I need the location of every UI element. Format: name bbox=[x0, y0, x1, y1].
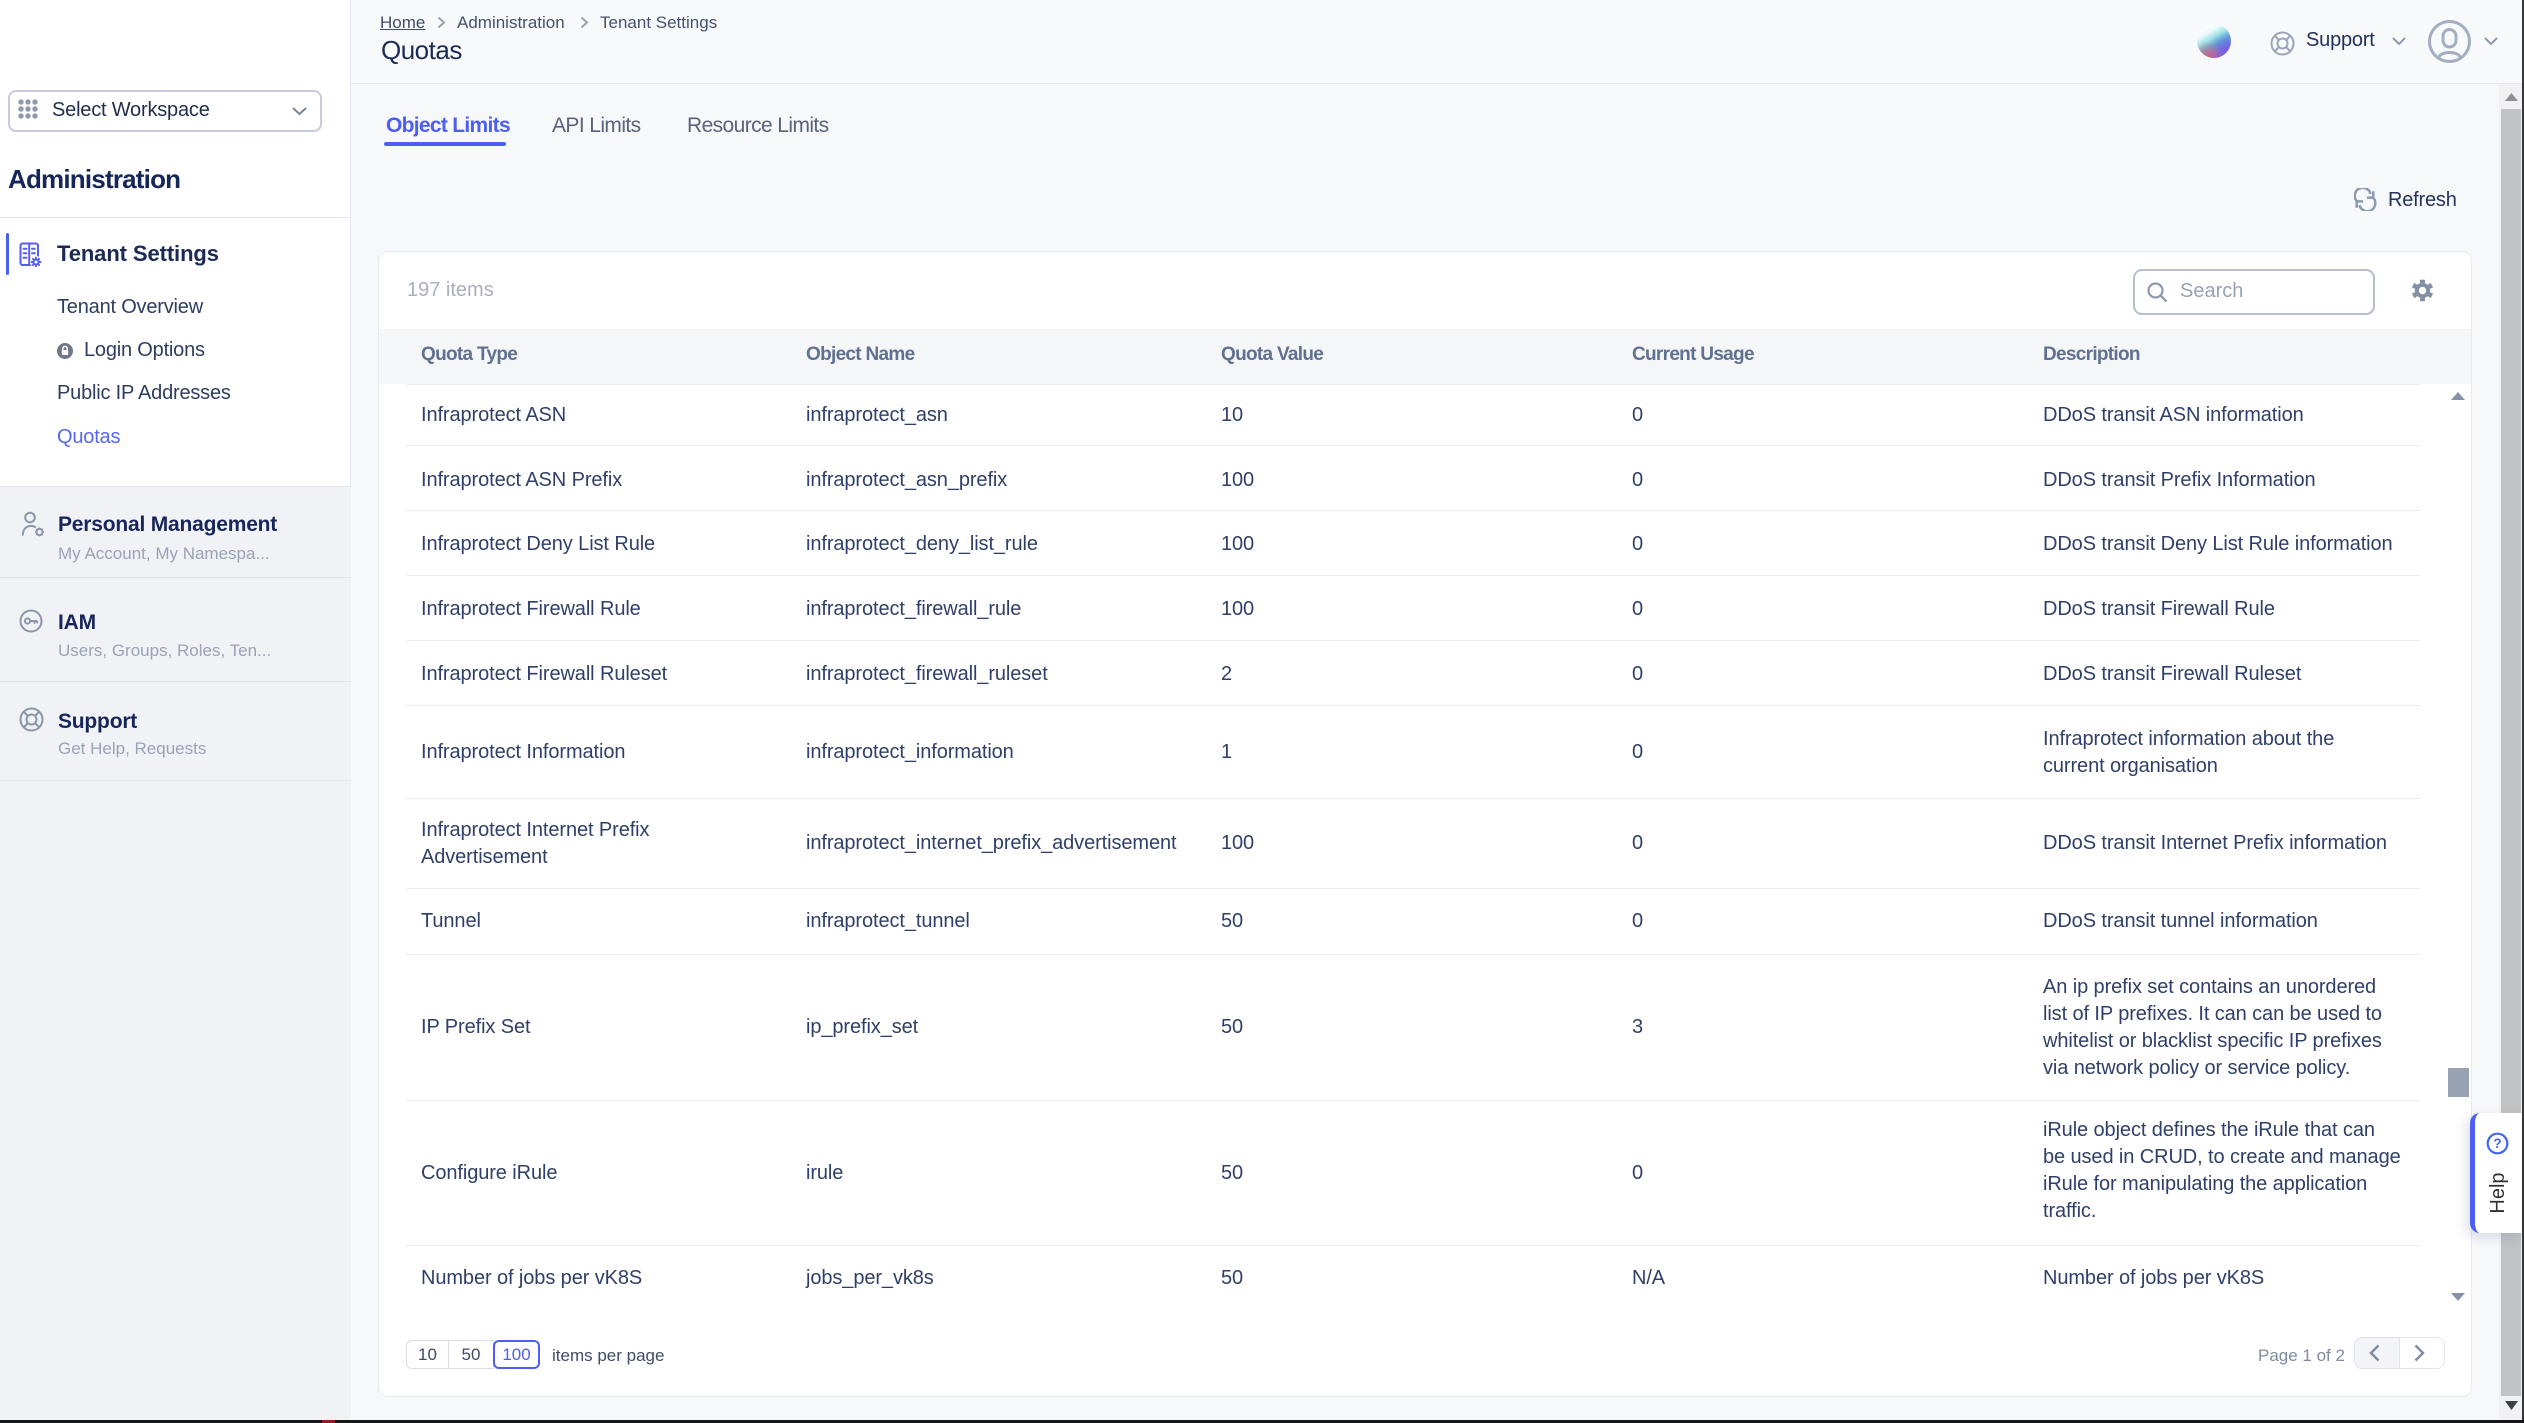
svg-text:?: ? bbox=[2493, 1136, 2501, 1151]
